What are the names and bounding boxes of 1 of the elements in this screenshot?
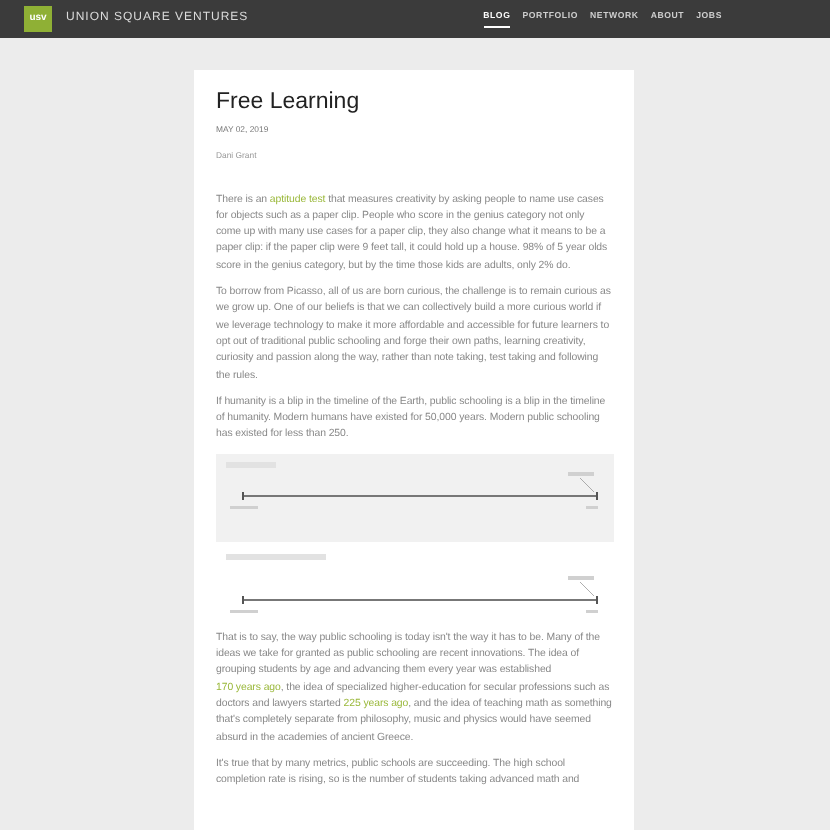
- post-title: Free Learning: [216, 88, 362, 116]
